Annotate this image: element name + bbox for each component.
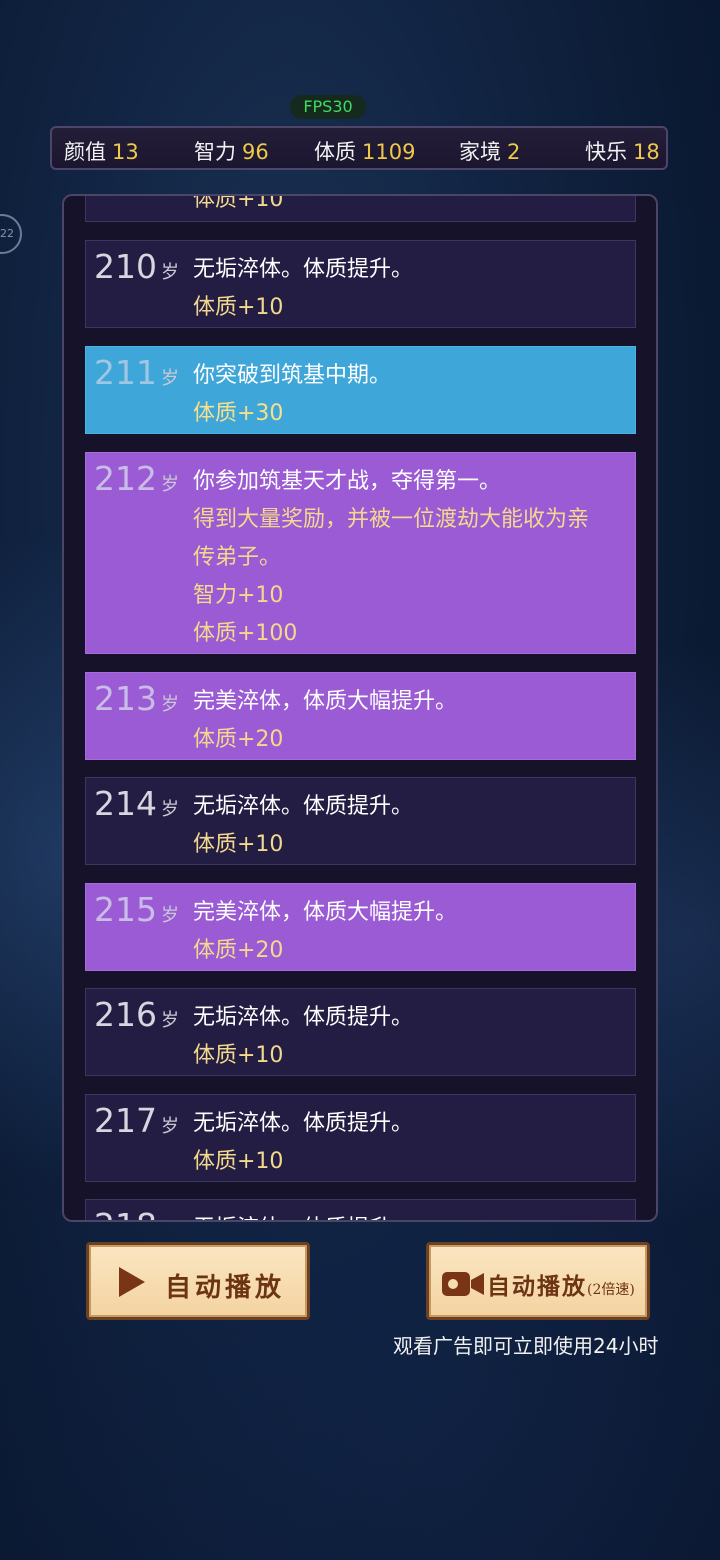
age-number: 218 xyxy=(94,1206,157,1220)
stat-happiness: 快乐 18 xyxy=(585,136,660,166)
age-unit: 岁 xyxy=(161,799,179,820)
age-number: 210 xyxy=(94,247,157,286)
stat-constitution: 体质 1109 xyxy=(314,136,415,166)
age-number: 211 xyxy=(94,353,157,392)
age-unit: 岁 xyxy=(161,694,179,715)
auto-play-2x-text: 自动播放 xyxy=(487,1273,587,1300)
entry-lines: 无垢淬体。体质提升。 体质+10 xyxy=(193,788,633,864)
age-unit: 岁 xyxy=(161,474,179,495)
age-unit: 岁 xyxy=(161,1221,179,1222)
auto-play-2x-button[interactable]: 自动播放(2倍速) xyxy=(426,1242,650,1320)
age-number: 216 xyxy=(94,995,157,1034)
log-entry: 218岁 无垢淬体。体质提升。 xyxy=(85,1199,636,1220)
entry-event: 无垢淬体。体质提升。 xyxy=(193,1210,633,1220)
auto-play-button[interactable]: 自动播放 xyxy=(86,1242,310,1320)
stat-label: 家境 xyxy=(459,140,501,164)
entry-age: 215 岁 xyxy=(94,890,179,929)
age-unit: 岁 xyxy=(161,1010,179,1031)
stat-label: 颜值 xyxy=(64,140,106,164)
entry-lines: 你突破到筑基中期。 体质+30 xyxy=(193,357,633,433)
entry-lines: 无垢淬体。体质提升。 体质+10 xyxy=(193,251,633,327)
entry-effect: 体质+20 xyxy=(193,727,284,752)
entry-lines: 你参加筑基天才战，夺得第一。 得到大量奖励，并被一位渡劫大能收为亲 传弟子。 智… xyxy=(193,463,633,653)
entry-effect: 体质+10 xyxy=(193,1043,284,1068)
entry-age: 218岁 xyxy=(94,1206,174,1220)
entry-effect: 智力+10 xyxy=(193,583,284,608)
age-number: 213 xyxy=(94,679,157,718)
entry-event: 无垢淬体。体质提升。 xyxy=(193,794,414,819)
stat-appearance: 颜值 13 xyxy=(64,136,139,166)
stat-value: 96 xyxy=(242,140,269,164)
age-unit: 岁 xyxy=(161,262,179,283)
age-unit: 岁 xyxy=(161,1116,179,1137)
entry-lines: 完美淬体，体质大幅提升。 体质+20 xyxy=(193,683,633,759)
entry-effect: 传弟子。 xyxy=(193,545,282,570)
age-number: 215 xyxy=(94,890,157,929)
stat-intelligence: 智力 96 xyxy=(194,136,269,166)
entry-effect: 体质+100 xyxy=(193,621,298,646)
entry-age: 214 岁 xyxy=(94,784,179,823)
entry-event: 完美淬体，体质大幅提升。 xyxy=(193,900,458,925)
stat-value: 18 xyxy=(633,140,660,164)
video-camera-icon xyxy=(442,1272,484,1296)
entry-age: 213 岁 xyxy=(94,679,179,718)
stat-label: 体质 xyxy=(314,140,356,164)
ad-note: 观看广告即可立即使用24小时 xyxy=(393,1334,659,1358)
log-entry: 214 岁 无垢淬体。体质提升。 体质+10 xyxy=(85,777,636,865)
auto-play-label: 自动播放 xyxy=(165,1273,286,1303)
entry-event: 你参加筑基天才战，夺得第一。 xyxy=(193,469,502,494)
entry-lines: 体质+10 xyxy=(193,194,633,219)
life-log-panel[interactable]: 体质+10 210 岁 无垢淬体。体质提升。 体质+10 211 岁 你突破到筑基中… xyxy=(62,194,658,1222)
stat-label: 智力 xyxy=(194,140,236,164)
entry-effect: 体质+10 xyxy=(193,295,284,320)
entry-lines: 无垢淬体。体质提升。 体质+10 xyxy=(193,1105,633,1181)
entry-age: 210 岁 xyxy=(94,247,179,286)
entry-effect: 得到大量奖励，并被一位渡劫大能收为亲 xyxy=(193,507,590,532)
stat-label: 快乐 xyxy=(585,140,627,164)
log-entry: 216 岁 无垢淬体。体质提升。 体质+10 xyxy=(85,988,636,1076)
entry-age: 217 岁 xyxy=(94,1101,179,1140)
entry-lines: 无垢淬体。体质提升。 xyxy=(193,1210,633,1220)
entry-effect: 体质+10 xyxy=(193,832,284,857)
entry-lines: 无垢淬体。体质提升。 体质+10 xyxy=(193,999,633,1075)
log-entry: 体质+10 xyxy=(85,194,636,222)
log-entry: 217 岁 无垢淬体。体质提升。 体质+10 xyxy=(85,1094,636,1182)
age-number: 217 xyxy=(94,1101,157,1140)
entry-age: 216 岁 xyxy=(94,995,179,1034)
entry-event: 无垢淬体。体质提升。 xyxy=(193,257,414,282)
stat-value: 2 xyxy=(507,140,521,164)
entry-effect: 体质+20 xyxy=(193,938,284,963)
log-entry-rare: 213 岁 完美淬体，体质大幅提升。 体质+20 xyxy=(85,672,636,760)
age-number: 212 xyxy=(94,459,157,498)
entry-effect: 体质+30 xyxy=(193,401,284,426)
entry-effect: 体质+10 xyxy=(193,194,284,212)
log-entry: 210 岁 无垢淬体。体质提升。 体质+10 xyxy=(85,240,636,328)
auto-play-2x-label: 自动播放(2倍速) xyxy=(487,1267,635,1301)
entry-event: 完美淬体，体质大幅提升。 xyxy=(193,689,458,714)
fps-counter: FPS30 xyxy=(290,95,366,119)
entry-age: 211 岁 xyxy=(94,353,179,392)
entry-event: 你突破到筑基中期。 xyxy=(193,363,392,388)
entry-effect: 体质+10 xyxy=(193,1149,284,1174)
log-entry-rare: 212 岁 你参加筑基天才战，夺得第一。 得到大量奖励，并被一位渡劫大能收为亲 传… xyxy=(85,452,636,654)
stat-value: 13 xyxy=(112,140,139,164)
attribute-bar: 颜值 13 智力 96 体质 1109 家境 2 快乐 18 xyxy=(50,126,668,170)
speed-note: (2倍速) xyxy=(587,1282,635,1298)
entry-event: 无垢淬体。体质提升。 xyxy=(193,1005,414,1030)
play-triangle-icon xyxy=(119,1267,145,1297)
log-entry-highlight: 211 岁 你突破到筑基中期。 体质+30 xyxy=(85,346,636,434)
stat-value: 1109 xyxy=(362,140,416,164)
entry-event: 无垢淬体。体质提升。 xyxy=(193,1111,414,1136)
age-unit: 岁 xyxy=(161,368,179,389)
entry-lines: 完美淬体，体质大幅提升。 体质+20 xyxy=(193,894,633,970)
entry-age: 212 岁 xyxy=(94,459,179,498)
stat-family: 家境 2 xyxy=(459,136,520,166)
age-number: 214 xyxy=(94,784,157,823)
age-unit: 岁 xyxy=(161,905,179,926)
log-entry-rare: 215 岁 完美淬体，体质大幅提升。 体质+20 xyxy=(85,883,636,971)
side-menu-button[interactable]: 22 xyxy=(0,214,22,254)
